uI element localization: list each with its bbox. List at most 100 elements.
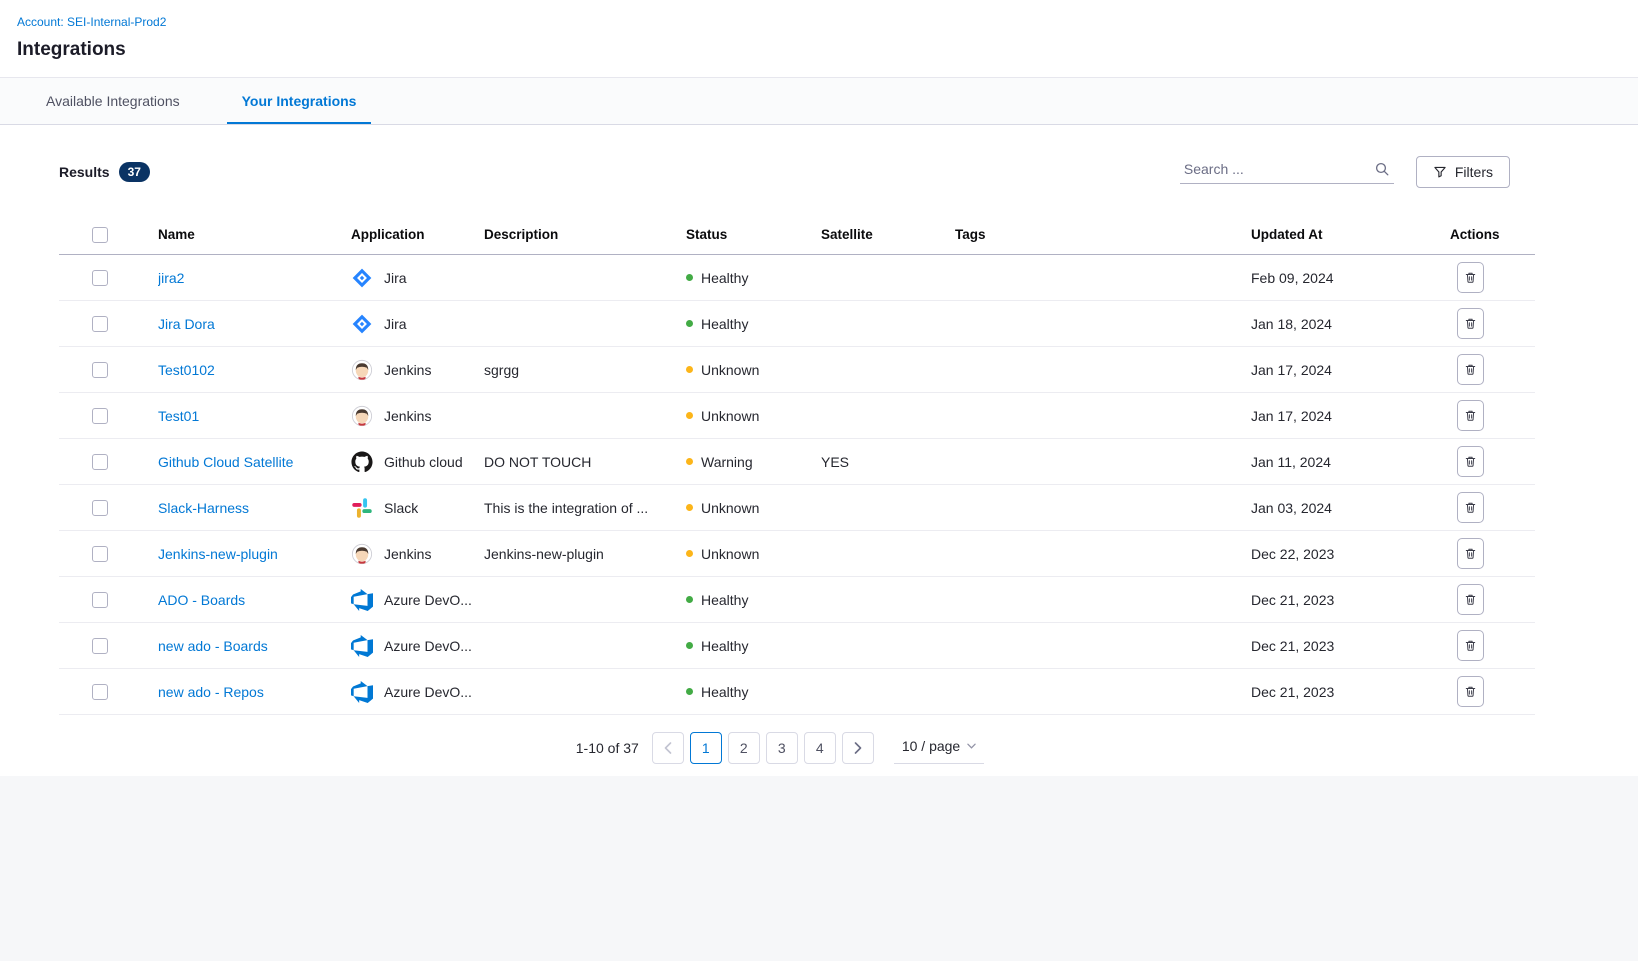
column-header-application: Application — [351, 227, 484, 242]
integration-name-link[interactable]: new ado - Repos — [158, 684, 264, 700]
application-label: Jenkins — [384, 408, 431, 424]
integration-name-link[interactable]: new ado - Boards — [158, 638, 268, 654]
description-text: DO NOT TOUCH — [484, 454, 591, 470]
row-checkbox[interactable] — [92, 316, 108, 332]
row-select-cell — [59, 408, 158, 424]
delete-button[interactable] — [1457, 400, 1484, 431]
status-dot — [686, 366, 693, 373]
search-input[interactable] — [1184, 161, 1374, 177]
next-page-button[interactable] — [842, 732, 874, 764]
delete-button[interactable] — [1457, 676, 1484, 707]
name-cell: Jira Dora — [158, 316, 351, 332]
name-cell: Test01 — [158, 408, 351, 424]
actions-cell — [1450, 354, 1535, 385]
application-cell: Slack — [351, 497, 484, 519]
delete-button[interactable] — [1457, 354, 1484, 385]
pagination-range-label: 1-10 of 37 — [576, 740, 639, 756]
row-checkbox[interactable] — [92, 362, 108, 378]
row-checkbox[interactable] — [92, 408, 108, 424]
application-cell: Jira — [351, 267, 484, 289]
row-checkbox[interactable] — [92, 684, 108, 700]
updated-at-cell: Jan 17, 2024 — [1251, 408, 1450, 424]
page-size-select[interactable]: 10 / page — [894, 733, 984, 764]
status-label: Healthy — [701, 684, 748, 700]
prev-page-button[interactable] — [652, 732, 684, 764]
azure-icon — [351, 635, 373, 657]
select-all-checkbox[interactable] — [92, 227, 108, 243]
status-cell: Healthy — [686, 638, 821, 654]
updated-at-cell: Dec 21, 2023 — [1251, 638, 1450, 654]
integration-name-link[interactable]: Jira Dora — [158, 316, 215, 332]
pagination: 1-10 of 37 1234 10 / page — [45, 732, 1515, 764]
table-row: new ado - Repos Azure DevO... Healthy Dec 2… — [59, 669, 1535, 715]
delete-button[interactable] — [1457, 308, 1484, 339]
status-cell: Healthy — [686, 316, 821, 332]
actions-cell — [1450, 308, 1535, 339]
results-label: Results — [59, 164, 110, 180]
status-cell: Unknown — [686, 408, 821, 424]
page-button-1[interactable]: 1 — [690, 732, 722, 764]
application-cell: Azure DevO... — [351, 681, 484, 703]
delete-button[interactable] — [1457, 584, 1484, 615]
account-link[interactable]: Account: SEI-Internal-Prod2 — [17, 15, 166, 29]
application-label: Github cloud — [384, 454, 463, 470]
row-checkbox[interactable] — [92, 638, 108, 654]
status-dot — [686, 274, 693, 281]
application-cell: Jenkins — [351, 359, 484, 381]
actions-cell — [1450, 400, 1535, 431]
application-label: Azure DevO... — [384, 684, 472, 700]
toolbar: Results 37 Filters — [45, 155, 1515, 189]
column-header-tags: Tags — [955, 227, 1251, 242]
delete-button[interactable] — [1457, 492, 1484, 523]
application-label: Jira — [384, 316, 407, 332]
updated-at-cell: Jan 17, 2024 — [1251, 362, 1450, 378]
filters-button[interactable]: Filters — [1416, 156, 1510, 188]
delete-button[interactable] — [1457, 538, 1484, 569]
status-label: Unknown — [701, 362, 759, 378]
delete-button[interactable] — [1457, 262, 1484, 293]
row-checkbox[interactable] — [92, 270, 108, 286]
description-cell: sgrgg — [484, 362, 686, 378]
table-row: Jenkins-new-pluginJenkinsJenkins-new-plu… — [59, 531, 1535, 577]
tab-your-integrations[interactable]: Your Integrations — [227, 78, 372, 124]
tab-available-integrations[interactable]: Available Integrations — [31, 78, 195, 124]
row-checkbox[interactable] — [92, 546, 108, 562]
column-header-name: Name — [158, 227, 351, 242]
integration-name-link[interactable]: ADO - Boards — [158, 592, 245, 608]
row-checkbox[interactable] — [92, 454, 108, 470]
integration-name-link[interactable]: Slack-Harness — [158, 500, 249, 516]
jenkins-icon — [351, 543, 373, 565]
filter-icon — [1433, 165, 1447, 179]
page-button-4[interactable]: 4 — [804, 732, 836, 764]
content-card: Results 37 Filters NameApplicationDescri… — [31, 125, 1529, 776]
satellite-cell: YES — [821, 454, 955, 470]
status-dot — [686, 320, 693, 327]
application-cell: Azure DevO... — [351, 635, 484, 657]
integration-name-link[interactable]: Github Cloud Satellite — [158, 454, 293, 470]
integration-name-link[interactable]: Jenkins-new-plugin — [158, 546, 278, 562]
delete-button[interactable] — [1457, 630, 1484, 661]
updated-at-cell: Dec 21, 2023 — [1251, 684, 1450, 700]
name-cell: Github Cloud Satellite — [158, 454, 351, 470]
status-dot — [686, 642, 693, 649]
integration-name-link[interactable]: Test0102 — [158, 362, 215, 378]
page-button-3[interactable]: 3 — [766, 732, 798, 764]
delete-button[interactable] — [1457, 446, 1484, 477]
row-checkbox[interactable] — [92, 592, 108, 608]
footer-band — [0, 776, 1638, 961]
integration-name-link[interactable]: jira2 — [158, 270, 184, 286]
status-cell: Warning — [686, 454, 821, 470]
status-dot — [686, 458, 693, 465]
status-dot — [686, 550, 693, 557]
description-text: sgrgg — [484, 362, 519, 378]
page-title: Integrations — [17, 39, 1638, 61]
status-label: Healthy — [701, 316, 748, 332]
name-cell: jira2 — [158, 270, 351, 286]
application-label: Jenkins — [384, 546, 431, 562]
application-label: Slack — [384, 500, 418, 516]
row-checkbox[interactable] — [92, 500, 108, 516]
page-button-2[interactable]: 2 — [728, 732, 760, 764]
integration-name-link[interactable]: Test01 — [158, 408, 199, 424]
row-select-cell — [59, 454, 158, 470]
application-label: Azure DevO... — [384, 592, 472, 608]
